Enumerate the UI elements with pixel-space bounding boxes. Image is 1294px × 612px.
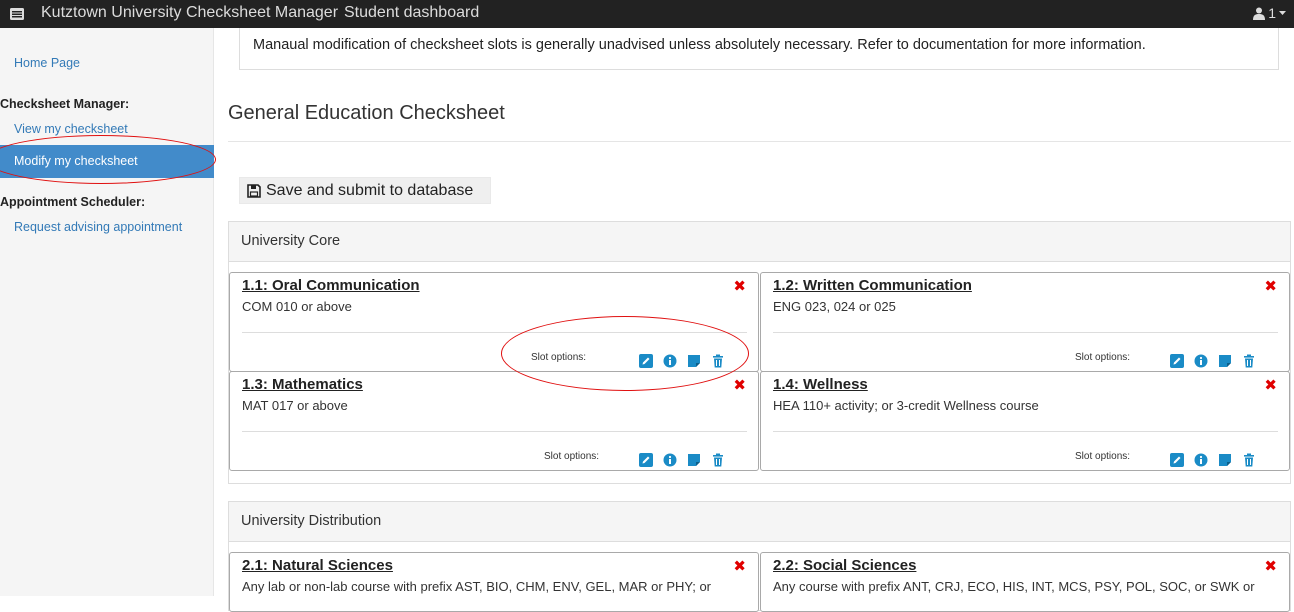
slot-card: 2.1: Natural Sciences Any lab or non-lab… — [229, 552, 759, 612]
remove-slot-icon[interactable]: ✖ — [1264, 557, 1277, 575]
slot-title[interactable]: 1.2: Written Communication — [773, 277, 972, 294]
caret-down-icon — [1279, 10, 1286, 15]
app-title[interactable]: Kutztown University Checksheet Manager — [41, 4, 338, 22]
user-icon — [1253, 7, 1266, 20]
sidebar-heading-checksheet: Checksheet Manager: — [0, 97, 130, 111]
trash-icon[interactable] — [711, 452, 725, 467]
slot-description: Any course with prefix ANT, CRJ, ECO, HI… — [773, 579, 1255, 594]
slot-title[interactable]: 2.2: Social Sciences — [773, 557, 916, 574]
slot-option-icons — [1170, 452, 1256, 467]
remove-slot-icon[interactable]: ✖ — [733, 376, 746, 394]
slot-title[interactable]: 1.1: Oral Communication — [242, 277, 420, 294]
edit-icon[interactable] — [639, 452, 653, 467]
title-divider — [228, 141, 1291, 142]
slot-divider — [773, 431, 1278, 432]
sidebar-item-view-checksheet[interactable]: View my checksheet — [14, 122, 128, 136]
slot-options-label: Slot options: — [1075, 352, 1131, 363]
edit-icon[interactable] — [1170, 452, 1184, 467]
note-icon[interactable] — [1218, 452, 1232, 466]
slot-description: ENG 023, 024 or 025 — [773, 299, 896, 314]
top-navbar: Kutztown University Checksheet Manager S… — [0, 0, 1294, 28]
slot-description: HEA 110+ activity; or 3-credit Wellness … — [773, 398, 1039, 413]
slot-divider — [773, 332, 1278, 333]
warning-alert: Manaual modification of checksheet slots… — [239, 28, 1279, 70]
panel-university-core: University Core 1.1: Oral Communication … — [228, 221, 1291, 484]
user-count: 1 — [1268, 5, 1276, 21]
slot-description: MAT 017 or above — [242, 398, 348, 413]
info-icon[interactable] — [1194, 353, 1208, 368]
slot-description: Any lab or non-lab course with prefix AS… — [242, 579, 712, 594]
sidebar: Home Page Checksheet Manager: View my ch… — [0, 28, 214, 596]
sidebar-heading-appointment: Appointment Scheduler: — [0, 195, 146, 209]
edit-icon[interactable] — [1170, 353, 1184, 368]
trash-icon[interactable] — [1242, 353, 1256, 368]
slot-title[interactable]: 1.4: Wellness — [773, 376, 868, 393]
remove-slot-icon[interactable]: ✖ — [733, 557, 746, 575]
sidebar-item-home[interactable]: Home Page — [14, 56, 80, 70]
menu-icon[interactable] — [10, 8, 24, 20]
note-icon[interactable] — [687, 452, 701, 466]
info-icon[interactable] — [663, 452, 677, 467]
slot-title[interactable]: 2.1: Natural Sciences — [242, 557, 393, 574]
slot-divider — [242, 431, 747, 432]
checksheet-title: General Education Checksheet — [228, 102, 505, 124]
slot-options-label: Slot options: — [1075, 451, 1131, 462]
user-menu[interactable]: 1 — [1253, 5, 1286, 21]
remove-slot-icon[interactable]: ✖ — [1264, 376, 1277, 394]
slot-title[interactable]: 1.3: Mathematics — [242, 376, 363, 393]
slot-option-icons — [1170, 353, 1256, 368]
slot-description: COM 010 or above — [242, 299, 352, 314]
slot-card: 2.2: Social Sciences Any course with pre… — [760, 552, 1290, 612]
remove-slot-icon[interactable]: ✖ — [1264, 277, 1277, 295]
annotation-ellipse-slot-options — [501, 316, 749, 391]
trash-icon[interactable] — [1242, 452, 1256, 467]
floppy-disk-icon — [247, 183, 261, 198]
slot-options-label: Slot options: — [544, 451, 600, 462]
note-icon[interactable] — [1218, 353, 1232, 367]
save-submit-button[interactable]: Save and submit to database — [239, 177, 491, 204]
slot-option-icons — [639, 452, 725, 467]
sidebar-item-request-appointment[interactable]: Request advising appointment — [14, 220, 182, 234]
alert-text: Manaual modification of checksheet slots… — [253, 37, 1146, 53]
page-title[interactable]: Student dashboard — [344, 4, 479, 22]
slot-card: 1.2: Written Communication ENG 023, 024 … — [760, 272, 1290, 372]
panel-heading: University Distribution — [229, 502, 1290, 542]
slot-card: 1.4: Wellness HEA 110+ activity; or 3-cr… — [760, 371, 1290, 471]
info-icon[interactable] — [1194, 452, 1208, 467]
remove-slot-icon[interactable]: ✖ — [733, 277, 746, 295]
save-button-label: Save and submit to database — [266, 181, 474, 199]
panel-heading: University Core — [229, 222, 1290, 262]
panel-university-distribution: University Distribution 2.1: Natural Sci… — [228, 501, 1291, 612]
